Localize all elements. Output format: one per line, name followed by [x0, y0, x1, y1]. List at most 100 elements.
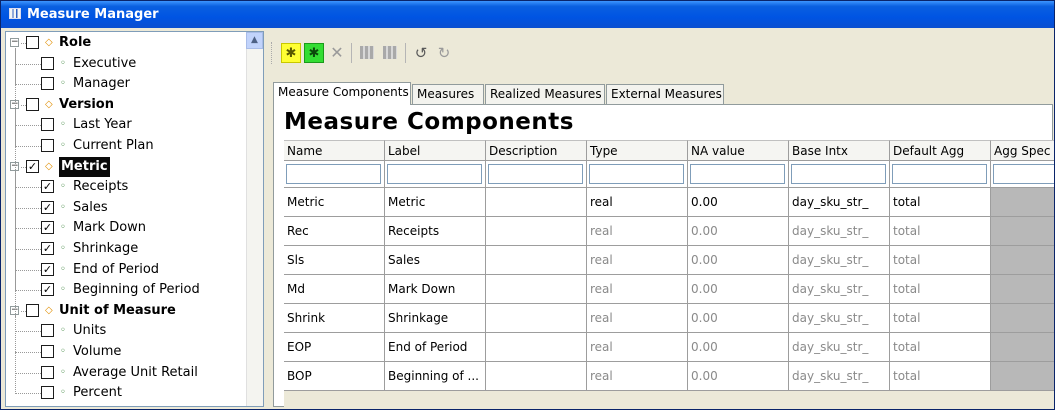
table-cell[interactable]: Sls [284, 246, 385, 275]
tree-item-row[interactable]: ✓ ◦ Beginning of Period [6, 280, 246, 300]
table-cell[interactable]: real [587, 362, 688, 391]
checkbox[interactable]: ✓ [41, 180, 54, 194]
table-cell[interactable]: total [890, 246, 991, 275]
table-cell[interactable]: total [890, 304, 991, 333]
column-filter-input[interactable] [387, 164, 482, 184]
table-cell[interactable]: 0.00 [688, 333, 789, 362]
table-cell[interactable]: day_sku_str_ [789, 246, 890, 275]
table-cell[interactable]: real [587, 275, 688, 304]
table-cell[interactable]: Shrink [284, 304, 385, 333]
table-cell[interactable]: day_sku_str_ [789, 333, 890, 362]
table-cell[interactable]: 0.00 [688, 362, 789, 391]
table-cell[interactable]: real [587, 333, 688, 362]
table-cell[interactable]: day_sku_str_ [789, 275, 890, 304]
checkbox[interactable]: ✓ [41, 283, 54, 297]
tree-item-row[interactable]: ◦ Manager [6, 74, 246, 94]
table-cell[interactable]: 0.00 [688, 217, 789, 246]
tree-group-row[interactable]: − ✓ ◇ Metric [6, 156, 246, 177]
column-filter-input[interactable] [589, 164, 684, 184]
checkbox[interactable] [26, 97, 39, 111]
table-cell[interactable]: day_sku_str_ [789, 362, 890, 391]
table-cell[interactable] [486, 188, 587, 217]
title-bar[interactable]: Measure Manager [1, 1, 1054, 28]
table-cell[interactable]: End of Period [385, 333, 486, 362]
tab-realized-measures[interactable]: Realized Measures [485, 84, 605, 104]
table-cell[interactable]: Mark Down [385, 275, 486, 304]
grid-icon[interactable] [357, 43, 377, 63]
table-cell[interactable] [991, 333, 1054, 362]
checkbox[interactable]: ✓ [26, 159, 39, 173]
checkbox[interactable] [41, 77, 54, 91]
checkbox[interactable]: ✓ [41, 200, 54, 214]
table-cell[interactable]: 0.00 [688, 275, 789, 304]
tree-group-row[interactable]: − ◇ Version [6, 95, 246, 115]
tree-item-row[interactable]: ◦ Percent [6, 383, 246, 403]
column-header[interactable]: Description [486, 140, 587, 161]
tree-item-row[interactable]: ◦ Average Unit Retail [6, 363, 246, 383]
checkbox[interactable] [41, 386, 54, 400]
table-cell[interactable]: Beginning of ... [385, 362, 486, 391]
tab-measure-components[interactable]: Measure Components [273, 82, 411, 105]
tree-item-row[interactable]: ✓ ◦ Sales [6, 198, 246, 218]
table-cell[interactable] [486, 275, 587, 304]
checkbox[interactable]: ✓ [41, 221, 54, 235]
column-filter-input[interactable] [993, 164, 1054, 184]
table-cell[interactable] [486, 304, 587, 333]
column-filter-input[interactable] [286, 164, 381, 184]
table-cell[interactable]: Shrinkage [385, 304, 486, 333]
column-header[interactable]: Agg Spec [991, 140, 1054, 161]
column-header[interactable]: Base Intx [789, 140, 890, 161]
table-cell[interactable]: 0.00 [688, 304, 789, 333]
table-cell[interactable]: total [890, 188, 991, 217]
column-header[interactable]: Label [385, 140, 486, 161]
column-filter-input[interactable] [488, 164, 583, 184]
tree-item-row[interactable]: ✓ ◦ Shrinkage [6, 239, 246, 259]
table-cell[interactable]: Metric [385, 188, 486, 217]
table-cell[interactable]: 0.00 [688, 246, 789, 275]
column-filter-input[interactable] [791, 164, 886, 184]
table-cell[interactable]: real [587, 304, 688, 333]
table-cell[interactable] [991, 362, 1054, 391]
table-cell[interactable]: Md [284, 275, 385, 304]
table-cell[interactable]: total [890, 333, 991, 362]
table-cell[interactable] [991, 188, 1054, 217]
table-cell[interactable]: day_sku_str_ [789, 217, 890, 246]
add-yellow-icon[interactable]: ✱ [281, 43, 301, 63]
table-cell[interactable]: real [587, 188, 688, 217]
table-cell[interactable] [991, 246, 1054, 275]
tree-item-row[interactable]: ✓ ◦ End of Period [6, 260, 246, 280]
checkbox[interactable] [26, 36, 39, 49]
table-cell[interactable] [486, 246, 587, 275]
collapse-icon[interactable]: − [10, 38, 19, 47]
table-cell[interactable]: Receipts [385, 217, 486, 246]
table-cell[interactable]: real [587, 217, 688, 246]
table-cell[interactable]: total [890, 275, 991, 304]
table-cell[interactable]: Rec [284, 217, 385, 246]
table-cell[interactable]: total [890, 362, 991, 391]
checkbox[interactable] [41, 345, 54, 358]
table-cell[interactable]: total [890, 217, 991, 246]
scroll-up-icon[interactable]: ▲ [246, 32, 263, 49]
tree-group-row[interactable]: − ◇ Role [6, 33, 246, 53]
tree-group-row[interactable]: − ◇ Unit of Measure [6, 301, 246, 321]
tree-scrollbar[interactable]: ▲ [246, 32, 263, 406]
table-cell[interactable] [486, 362, 587, 391]
column-header[interactable]: Name [284, 140, 385, 161]
column-filter-input[interactable] [690, 164, 785, 184]
table-cell[interactable] [486, 217, 587, 246]
tree-item-row[interactable]: ◦ Current Plan [6, 136, 246, 156]
column-header[interactable]: NA value [688, 140, 789, 161]
column-header[interactable]: Type [587, 140, 688, 161]
checkbox[interactable] [41, 324, 54, 338]
checkbox[interactable]: ✓ [41, 262, 54, 276]
table-cell[interactable] [486, 333, 587, 362]
add-green-icon[interactable]: ✱ [304, 43, 324, 63]
tree-item-row[interactable]: ✓ ◦ Mark Down [6, 218, 246, 238]
checkbox[interactable] [41, 118, 54, 132]
column-filter-input[interactable] [892, 164, 987, 184]
tree-item-row[interactable]: ◦ Units [6, 321, 246, 341]
checkbox[interactable] [26, 303, 39, 317]
tab-measures[interactable]: Measures [412, 84, 484, 104]
tree-item-row[interactable]: ◦ Last Year [6, 115, 246, 135]
table-cell[interactable]: BOP [284, 362, 385, 391]
